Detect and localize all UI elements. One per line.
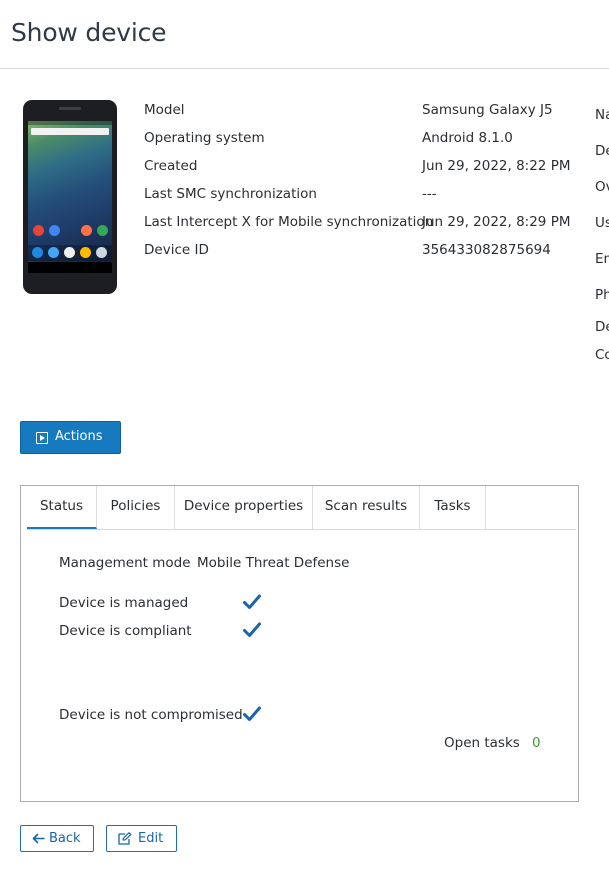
actions-button[interactable]: Actions xyxy=(20,421,121,454)
device-tabs-panel: Status Policies Device properties Scan r… xyxy=(20,485,579,802)
app-icon xyxy=(64,247,75,258)
app-icon xyxy=(81,225,92,236)
arrow-left-icon xyxy=(32,833,45,844)
info-label-model: Model xyxy=(144,102,185,118)
side-label: Ph xyxy=(595,287,609,303)
check-label-not-compromised: Device is not compromised xyxy=(59,707,243,723)
side-label: Ov xyxy=(595,179,609,195)
play-icon xyxy=(36,432,48,444)
phone-screen xyxy=(28,121,112,273)
check-label-compliant: Device is compliant xyxy=(59,623,192,639)
app-icon xyxy=(97,225,108,236)
check-icon xyxy=(243,622,261,637)
info-value-os: Android 8.1.0 xyxy=(422,130,513,146)
info-value-device-id: 356433082875694 xyxy=(422,242,551,258)
phone-statusbar xyxy=(28,121,112,125)
check-icon xyxy=(243,594,261,609)
info-label-intercept-sync: Last Intercept X for Mobile synchronizat… xyxy=(144,214,434,230)
phone-search-bar xyxy=(31,128,109,135)
management-mode-label: Management mode xyxy=(59,555,191,571)
management-mode-value: Mobile Threat Defense xyxy=(197,555,350,571)
info-label-os: Operating system xyxy=(144,130,265,146)
info-value-intercept-sync: Jun 29, 2022, 8:29 PM xyxy=(422,214,571,230)
edit-button[interactable]: Edit xyxy=(106,825,177,852)
side-label: Us xyxy=(595,215,609,231)
check-label-managed: Device is managed xyxy=(59,595,189,611)
side-label: De xyxy=(595,319,609,335)
info-label-smc-sync: Last SMC synchronization xyxy=(144,186,317,202)
side-label: De xyxy=(595,143,609,159)
back-button-label: Back xyxy=(49,831,81,846)
side-label: Na xyxy=(595,107,609,123)
info-label-device-id: Device ID xyxy=(144,242,209,258)
app-icon xyxy=(80,247,91,258)
app-icon xyxy=(96,247,107,258)
phone-navbar xyxy=(28,262,112,273)
tab-scan-results[interactable]: Scan results xyxy=(313,486,420,529)
info-label-created: Created xyxy=(144,158,198,174)
info-value-smc-sync: --- xyxy=(422,186,437,202)
phone-dock xyxy=(28,245,112,261)
back-button[interactable]: Back xyxy=(20,825,94,852)
open-tasks-label: Open tasks xyxy=(444,735,520,751)
tab-device-properties[interactable]: Device properties xyxy=(175,486,313,529)
actions-button-label: Actions xyxy=(55,429,103,444)
app-icon xyxy=(48,247,59,258)
side-label: Co xyxy=(595,347,609,363)
edit-button-label: Edit xyxy=(138,831,164,846)
check-icon xyxy=(243,706,261,721)
app-icon xyxy=(49,225,60,236)
tab-policies[interactable]: Policies xyxy=(97,486,175,529)
device-image xyxy=(23,100,117,294)
info-value-model: Samsung Galaxy J5 xyxy=(422,102,553,118)
tab-tasks[interactable]: Tasks xyxy=(420,486,486,529)
page-title: Show device xyxy=(11,18,167,47)
open-tasks-count[interactable]: 0 xyxy=(532,735,541,751)
edit-icon xyxy=(118,832,132,845)
info-value-created: Jun 29, 2022, 8:22 PM xyxy=(422,158,571,174)
app-icon xyxy=(32,247,43,258)
app-icon xyxy=(33,225,44,236)
tab-status[interactable]: Status xyxy=(27,486,97,529)
side-label: Em xyxy=(595,251,609,267)
tabs-divider xyxy=(27,529,576,530)
phone-speaker xyxy=(59,107,81,110)
title-divider xyxy=(0,68,609,69)
